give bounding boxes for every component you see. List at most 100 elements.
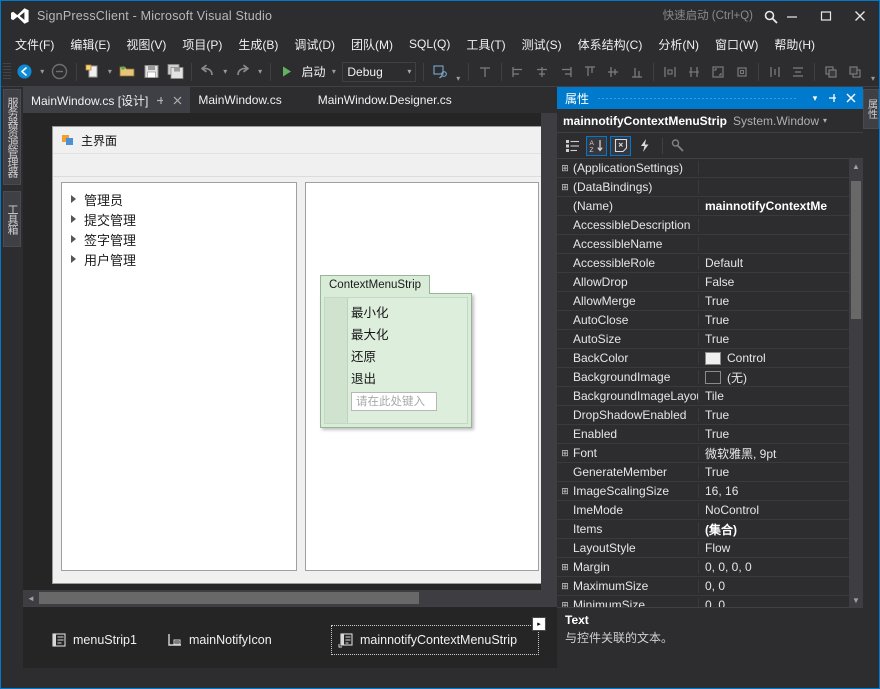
tray-item-menustrip1[interactable]: menuStrip1: [45, 625, 143, 655]
expand-icon[interactable]: ⊞: [557, 600, 573, 608]
align-centers-icon[interactable]: [531, 61, 553, 83]
tab-mainwindow-designer-cs[interactable]: MainWindow.Designer.cs: [310, 87, 460, 113]
navigate-back-caret-icon[interactable]: ▾: [37, 61, 48, 83]
align-to-grid-icon[interactable]: [474, 61, 496, 83]
menu-edit[interactable]: 编辑(E): [62, 32, 118, 57]
properties-page-icon[interactable]: [610, 135, 631, 156]
close-icon[interactable]: [173, 96, 182, 105]
make-same-size-icon[interactable]: [707, 61, 729, 83]
scroll-down-arrow-icon[interactable]: ▼: [849, 593, 863, 607]
horizontal-spacing-icon[interactable]: [764, 61, 786, 83]
property-row-databindings[interactable]: ⊞ (DataBindings): [557, 178, 863, 197]
scroll-left-arrow-icon[interactable]: ◄: [23, 590, 39, 606]
property-row-applicationsettings[interactable]: ⊞ (ApplicationSettings): [557, 159, 863, 178]
layout-toolbar-overflow-caret-icon[interactable]: ▾: [867, 61, 879, 83]
vertical-spacing-icon[interactable]: [787, 61, 809, 83]
component-tray[interactable]: menuStrip1 mainNotifyIcon mainnotifyCont…: [23, 606, 557, 669]
close-button[interactable]: [842, 1, 877, 30]
start-debug-caret-icon[interactable]: ▾: [328, 61, 339, 83]
menu-architecture[interactable]: 体系结构(C): [570, 32, 651, 57]
events-lightning-icon[interactable]: [634, 136, 655, 156]
property-value[interactable]: Flow: [699, 541, 863, 555]
property-value[interactable]: True: [699, 313, 863, 327]
expand-icon[interactable]: ⊞: [557, 562, 573, 573]
expand-icon[interactable]: ⊞: [557, 163, 573, 174]
property-row-dropshadowenabled[interactable]: DropShadowEnabled True: [557, 406, 863, 425]
menu-item-maximize[interactable]: 最大化: [351, 324, 467, 346]
chevron-right-icon[interactable]: [71, 195, 76, 203]
property-value[interactable]: True: [699, 294, 863, 308]
menu-view[interactable]: 视图(V): [118, 32, 174, 57]
contextmenustrip-designer-popup[interactable]: ContextMenuStrip 最小化 最大化 还原 退出 请在此处键入: [320, 275, 472, 428]
property-row-imemode[interactable]: ImeMode NoControl: [557, 501, 863, 520]
toolbar-grip[interactable]: [3, 62, 11, 81]
save-icon[interactable]: [140, 61, 162, 83]
property-value[interactable]: Default: [699, 256, 863, 270]
property-value[interactable]: True: [699, 408, 863, 422]
properties-window-icon[interactable]: [429, 61, 451, 83]
tree-node[interactable]: 签字管理: [62, 229, 296, 249]
property-row-backgroundimage[interactable]: BackgroundImage (无): [557, 368, 863, 387]
properties-grid-scrollbar[interactable]: ▲ ▼: [849, 159, 863, 607]
navigate-back-icon[interactable]: [14, 61, 36, 83]
properties-grid[interactable]: ⊞ (ApplicationSettings) ⊞ (DataBindings)…: [557, 159, 863, 608]
new-item-icon[interactable]: [82, 61, 104, 83]
tab-mainwindow-cs[interactable]: MainWindow.cs: [190, 87, 289, 113]
open-file-icon[interactable]: [116, 61, 138, 83]
form-splitter[interactable]: [297, 182, 305, 571]
property-row-enabled[interactable]: Enabled True: [557, 425, 863, 444]
property-value[interactable]: True: [699, 332, 863, 346]
tray-item-mainnotifyicon[interactable]: mainNotifyIcon: [161, 625, 278, 655]
menu-test[interactable]: 测试(S): [514, 32, 570, 57]
designer-vertical-scrollbar[interactable]: [541, 113, 557, 590]
property-row-maximumsize[interactable]: ⊞ MaximumSize 0, 0: [557, 577, 863, 596]
type-here-placeholder[interactable]: 请在此处键入: [351, 392, 437, 411]
property-value[interactable]: 16, 16: [699, 484, 863, 498]
alphabetical-sort-icon[interactable]: A Z: [586, 135, 607, 156]
pin-icon[interactable]: [825, 89, 841, 107]
align-middles-icon[interactable]: [602, 61, 624, 83]
menu-tools[interactable]: 工具(T): [458, 32, 513, 57]
chevron-down-icon[interactable]: ▾: [807, 89, 823, 107]
scroll-thumb[interactable]: [851, 181, 861, 319]
send-to-back-icon[interactable]: [844, 61, 866, 83]
new-item-caret-icon[interactable]: ▾: [104, 61, 115, 83]
sidebar-item-toolbox[interactable]: 工具箱: [3, 191, 21, 247]
sidebar-item-server-explorer[interactable]: 服务器资源管理器: [3, 89, 21, 185]
menu-help[interactable]: 帮助(H): [766, 32, 823, 57]
property-row-imagescalingsize[interactable]: ⊞ ImageScalingSize 16, 16: [557, 482, 863, 501]
smart-tag-icon[interactable]: ▸: [532, 617, 546, 631]
menu-analyze[interactable]: 分析(N): [650, 32, 707, 57]
properties-object-selector[interactable]: mainnotifyContextMenuStrip System.Window…: [557, 109, 863, 133]
properties-title-bar[interactable]: 属性 ▾: [557, 87, 863, 109]
property-value[interactable]: Tile: [699, 389, 863, 403]
make-same-width-icon[interactable]: [659, 61, 681, 83]
property-value[interactable]: 0, 0, 0, 0: [699, 560, 863, 574]
menu-debug[interactable]: 调试(D): [286, 32, 343, 57]
property-row-allowdrop[interactable]: AllowDrop False: [557, 273, 863, 292]
redo-icon[interactable]: [232, 61, 254, 83]
toolbar-overflow-caret-icon[interactable]: ▾: [452, 61, 464, 83]
menu-item-restore[interactable]: 还原: [351, 346, 467, 368]
align-rights-icon[interactable]: [555, 61, 577, 83]
property-row-backgroundimagelayout[interactable]: BackgroundImageLayout Tile: [557, 387, 863, 406]
property-row-name[interactable]: (Name) mainnotifyContextMe: [557, 197, 863, 216]
quick-launch-input[interactable]: 快速启动 (Ctrl+Q): [593, 8, 753, 25]
property-row-accessiblerole[interactable]: AccessibleRole Default: [557, 254, 863, 273]
property-row-font[interactable]: ⊞ Font 微软雅黑, 9pt: [557, 444, 863, 463]
menu-item-minimize[interactable]: 最小化: [351, 302, 467, 324]
designed-form[interactable]: 主界面 管理员 提交管理 签字管理 用户管理: [52, 126, 548, 584]
scroll-thumb[interactable]: [39, 592, 419, 604]
menu-project[interactable]: 项目(P): [174, 32, 230, 57]
tree-node[interactable]: 用户管理: [62, 249, 296, 269]
property-value[interactable]: (集合): [699, 521, 863, 538]
tree-node[interactable]: 管理员: [62, 189, 296, 209]
property-value-wrap[interactable]: (无): [699, 369, 863, 386]
expand-icon[interactable]: ⊞: [557, 486, 573, 497]
property-row-accessibledescription[interactable]: AccessibleDescription: [557, 216, 863, 235]
size-to-grid-icon[interactable]: [731, 61, 753, 83]
property-value[interactable]: True: [699, 427, 863, 441]
property-value-wrap[interactable]: Control: [699, 351, 863, 365]
menu-team[interactable]: 团队(M): [343, 32, 401, 57]
property-row-minimumsize[interactable]: ⊞ MinimumSize 0, 0: [557, 596, 863, 608]
